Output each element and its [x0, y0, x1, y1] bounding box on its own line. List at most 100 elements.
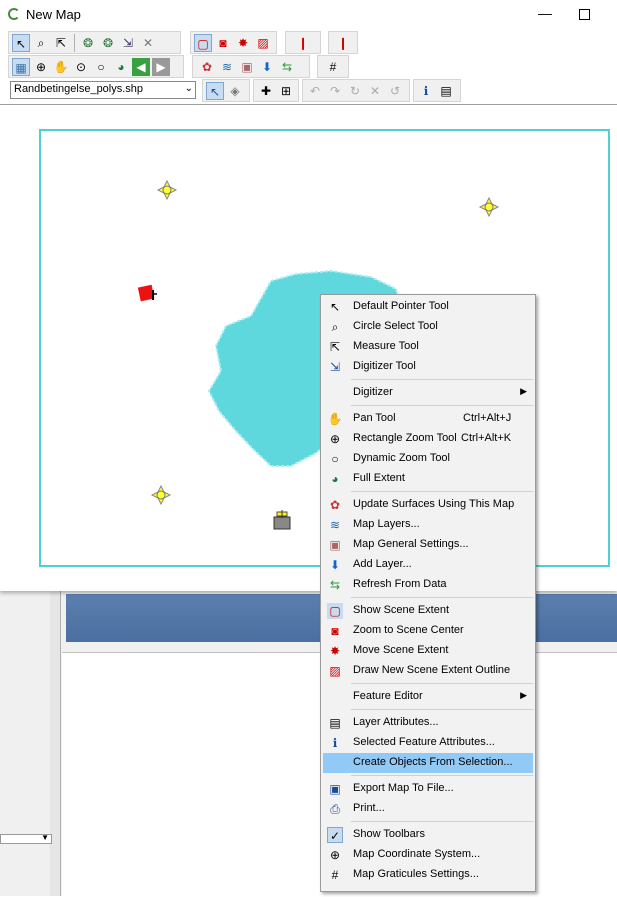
settings-icon[interactable]: ▣: [238, 58, 256, 76]
undo-icon[interactable]: ↶: [306, 82, 324, 100]
title-bar[interactable]: New Map —: [0, 0, 617, 30]
edit-pointer-icon[interactable]: ⇲: [119, 34, 137, 52]
menu-item-dynamic-zoom[interactable]: ○ Dynamic Zoom Tool: [323, 449, 533, 469]
layers-icon: ≋: [329, 518, 341, 532]
grid-icon[interactable]: #: [324, 58, 342, 76]
point-feature-3: [150, 484, 172, 506]
menu-label: Map Coordinate System...: [353, 848, 481, 860]
pointer-icon: ↖: [329, 300, 341, 314]
menu-item-layer-attributes[interactable]: ▤ Layer Attributes...: [323, 713, 533, 733]
add-icon[interactable]: ✚: [257, 82, 275, 100]
table-icon[interactable]: ▤: [437, 82, 455, 100]
scene-extent-icon[interactable]: ▢: [194, 34, 212, 52]
menu-item-rectangle-zoom[interactable]: ⊕ Rectangle Zoom Tool Ctrl+Alt+K: [323, 429, 533, 449]
menu-item-measure[interactable]: ⇱ Measure Tool: [323, 337, 533, 357]
add-layer-icon[interactable]: ⬇: [258, 58, 276, 76]
back-icon[interactable]: ◀: [132, 58, 150, 76]
menu-label: Show Toolbars: [353, 828, 425, 840]
globe-icon[interactable]: ◕: [112, 58, 130, 76]
minimize-button[interactable]: —: [534, 3, 556, 25]
circle-select-tool-icon[interactable]: ⌕: [32, 34, 50, 52]
edit-select-icon[interactable]: ↖: [206, 82, 224, 100]
hand-icon: ✋: [327, 412, 343, 426]
hand-icon[interactable]: ✋: [52, 58, 70, 76]
menu-label: Dynamic Zoom Tool: [353, 452, 450, 464]
toolbar-marker-2: ❙: [328, 31, 358, 54]
menu-item-show-toolbars[interactable]: ✓ Show Toolbars: [323, 825, 533, 845]
color-marker-icon[interactable]: ❙: [334, 34, 352, 52]
menu-item-refresh[interactable]: ⇆ Refresh From Data: [323, 575, 533, 595]
measure-icon: ⇱: [329, 340, 341, 354]
menu-item-circle-select[interactable]: ⌕ Circle Select Tool: [323, 317, 533, 337]
printer-icon: ⎙: [330, 802, 340, 816]
menu-shortcut: Ctrl+Alt+J: [463, 412, 512, 424]
redo-icon[interactable]: ↷: [326, 82, 344, 100]
maximize-button[interactable]: [573, 3, 595, 25]
layer-select[interactable]: Randbetingelse_polys.shp ⌄: [10, 81, 196, 99]
background-splitter[interactable]: [50, 590, 61, 896]
delete-icon[interactable]: ✕: [139, 34, 157, 52]
menu-item-export-map[interactable]: ▣ Export Map To File...: [323, 779, 533, 799]
layers-icon[interactable]: ≋: [218, 58, 236, 76]
menu-label: Print...: [353, 802, 385, 814]
menu-item-feature-editor[interactable]: Feature Editor ▶: [323, 687, 533, 707]
globe-select-2-icon[interactable]: ❂: [99, 34, 117, 52]
app-icon: [8, 8, 20, 20]
toolbar-grid: #: [317, 55, 349, 78]
refresh-icon[interactable]: ⇆: [278, 58, 296, 76]
pointer-tool-icon[interactable]: ↖: [12, 34, 30, 52]
menu-label: Digitizer: [353, 386, 393, 398]
menu-item-update-surfaces[interactable]: ✿ Update Surfaces Using This Map: [323, 495, 533, 515]
menu-item-digitizer-tool[interactable]: ⇲ Digitizer Tool: [323, 357, 533, 377]
background-scrollbar[interactable]: ▼: [0, 833, 52, 844]
scroll-arrow-icon[interactable]: ▼: [41, 833, 49, 842]
menu-label: Show Scene Extent: [353, 604, 450, 616]
point-feature-2: [478, 196, 500, 218]
menu-item-map-settings[interactable]: ▣ Map General Settings...: [323, 535, 533, 555]
menu-label: Zoom to Scene Center: [353, 624, 464, 636]
menu-item-add-layer[interactable]: ⬇ Add Layer...: [323, 555, 533, 575]
move-scene-icon: ✸: [329, 644, 341, 658]
rotate-icon[interactable]: ↻: [346, 82, 364, 100]
menu-item-create-objects[interactable]: Create Objects From Selection...: [323, 753, 533, 773]
overview-icon[interactable]: ▦: [12, 58, 30, 76]
menu-label: Refresh From Data: [353, 578, 447, 590]
info-icon[interactable]: ℹ: [417, 82, 435, 100]
draw-scene-icon: ▨: [329, 664, 341, 678]
draw-scene-icon[interactable]: ▨: [254, 34, 272, 52]
revert-icon[interactable]: ↺: [386, 82, 404, 100]
menu-item-pan[interactable]: ✋ Pan Tool Ctrl+Alt+J: [323, 409, 533, 429]
toolbar-scene: ▢ ◙ ✸ ▨: [190, 31, 277, 54]
delete-feature-icon[interactable]: ✕: [366, 82, 384, 100]
surfaces-icon[interactable]: ✿: [198, 58, 216, 76]
zoom-rect-icon[interactable]: ⊕: [32, 58, 50, 76]
menu-separator: [351, 683, 533, 684]
scene-center-icon[interactable]: ◙: [214, 34, 232, 52]
menu-item-zoom-scene-center[interactable]: ◙ Zoom to Scene Center: [323, 621, 533, 641]
menu-item-graticules[interactable]: # Map Graticules Settings...: [323, 865, 533, 885]
measure-tool-icon[interactable]: ⇱: [52, 34, 70, 52]
toolbar-add: ✚ ⊞: [253, 79, 299, 102]
forward-icon[interactable]: ▶: [152, 58, 170, 76]
menu-item-draw-scene[interactable]: ▨ Draw New Scene Extent Outline: [323, 661, 533, 681]
globe-select-icon[interactable]: ❂: [79, 34, 97, 52]
move-scene-icon[interactable]: ✸: [234, 34, 252, 52]
menu-label: Export Map To File...: [353, 782, 454, 794]
settings-icon: ▣: [329, 538, 341, 552]
red-marker-icon[interactable]: ❙: [294, 34, 312, 52]
menu-item-show-scene-extent[interactable]: ▢ Show Scene Extent: [323, 601, 533, 621]
menu-item-default-pointer[interactable]: ↖ Default Pointer Tool: [323, 297, 533, 317]
dynamic-zoom-icon[interactable]: ○: [92, 58, 110, 76]
zoom-icon[interactable]: ⊙: [72, 58, 90, 76]
menu-item-coordinate-system[interactable]: ⊕ Map Coordinate System...: [323, 845, 533, 865]
menu-item-selected-feature-attributes[interactable]: ℹ Selected Feature Attributes...: [323, 733, 533, 753]
menu-item-map-layers[interactable]: ≋ Map Layers...: [323, 515, 533, 535]
add-box-icon[interactable]: ⊞: [277, 82, 295, 100]
menu-item-digitizer-submenu[interactable]: Digitizer ▶: [323, 383, 533, 403]
menu-item-print[interactable]: ⎙ Print...: [323, 799, 533, 819]
background-left-panel: [0, 590, 51, 896]
chevron-down-icon[interactable]: ⌄: [185, 83, 193, 94]
menu-item-move-scene[interactable]: ✸ Move Scene Extent: [323, 641, 533, 661]
menu-item-full-extent[interactable]: ◕ Full Extent: [323, 469, 533, 489]
edit-vertex-icon[interactable]: ◈: [226, 82, 244, 100]
